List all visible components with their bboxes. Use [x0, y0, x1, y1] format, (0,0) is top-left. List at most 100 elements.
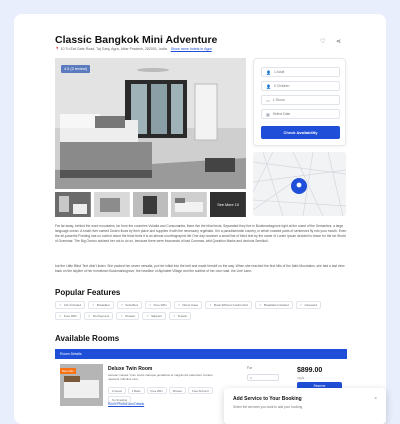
check-icon: ✓ [92, 303, 95, 307]
rooms-heading: Available Rooms [55, 334, 120, 343]
description-paragraph-2: but the Little Blind Text didn't listen.… [55, 264, 345, 273]
thumbnail[interactable] [132, 192, 169, 217]
room-amenity-chip: Shower [168, 387, 187, 394]
check-icon: ✓ [59, 314, 62, 318]
feature-chip: ✓ Carpeted [295, 301, 321, 309]
thumbnail[interactable] [93, 192, 130, 217]
children-field[interactable]: 👤 0 Children [261, 81, 340, 91]
check-icon: ✓ [148, 303, 152, 307]
feature-chip: ✓ Towels [168, 312, 191, 320]
room-details-bar: Room Details [55, 349, 347, 359]
map-image [253, 152, 346, 216]
room-price: $899.00 [297, 367, 323, 374]
service-toast: Add Service to Your Booking Select the s… [224, 388, 386, 424]
bedroom-image [55, 58, 246, 189]
check-icon: ✓ [299, 303, 303, 307]
adult-field[interactable]: 👤 1 Adult [261, 67, 340, 77]
room-details-link[interactable]: Room Photos and Details [108, 402, 144, 406]
page-title: Classic Bangkok Mini Adventure [55, 34, 218, 46]
description-paragraph: Far far away, behind the word mountains,… [55, 224, 347, 243]
room-amenity-chip: Free WiFi [146, 387, 167, 394]
calendar-icon: ▦ [266, 111, 270, 117]
share-icon[interactable]: ⋖ [336, 38, 341, 45]
check-icon: ✓ [59, 303, 62, 307]
room-amenity-chip: 1 Beds [127, 387, 145, 394]
offer-tag: Best offer [60, 368, 76, 374]
check-icon: ✓ [87, 314, 91, 318]
room-amenity-chip: Free AirCond [188, 387, 213, 394]
door-icon: ▭ [266, 97, 270, 103]
feature-chip: ✓ Book Without Credit Card [205, 301, 252, 309]
feature-label: Sofa Bed [125, 303, 138, 307]
address-text: 10 Tu Eat Gate Road, Taj Ganj, Agra, Utt… [60, 47, 167, 51]
features-heading: Popular Features [55, 288, 121, 297]
feature-chip: ✓ A/C Included [55, 301, 86, 309]
check-availability-button[interactable]: Check Availability [261, 126, 340, 139]
room-amenity-label: Free AirCond [192, 388, 209, 393]
room-amenity-label: No Smoking [112, 397, 128, 402]
user-icon: 👤 [266, 69, 271, 75]
room-amenity-label: 2 Guest [112, 388, 122, 393]
date-field[interactable]: ▦ Select Date [261, 109, 340, 119]
feature-label: No Payment [92, 314, 110, 318]
check-icon: ✓ [177, 303, 181, 307]
feature-label: Direct Case [182, 303, 199, 307]
room-image[interactable]: Best offer [60, 364, 103, 406]
close-icon[interactable]: × [374, 396, 377, 402]
feature-label: Shower [125, 314, 136, 318]
feature-label: Towels [177, 314, 187, 318]
thumbnail-more[interactable]: See More 10 [210, 192, 246, 217]
feature-chip: ✓ Free WiFi [144, 301, 171, 309]
check-icon: ✓ [172, 314, 176, 318]
room-description: Aenean massa. Cum sociis natoque penatib… [108, 373, 214, 382]
room-amenity-chip: 2 Guest [108, 387, 126, 394]
feature-label: Free WiFi [153, 303, 167, 307]
feature-label: Slippers [151, 314, 162, 318]
feature-label: Book Without Credit Card [213, 303, 248, 307]
thumbnail-strip: See More 10 [55, 192, 246, 217]
check-icon: ✓ [120, 314, 124, 318]
per-night-label: /night [297, 376, 305, 380]
hotel-address: 📍10 Tu Eat Gate Road, Taj Ganj, Agra, Ut… [55, 47, 212, 51]
feature-chip: ✓ Sofa Bed [116, 301, 142, 309]
see-more-label: See More 10 [210, 192, 246, 217]
location-pin-icon: 📍 [55, 47, 60, 51]
child-icon: 👤 [266, 83, 271, 89]
nearby-hotels-link[interactable]: Show more hotels in Agra [171, 47, 212, 51]
check-icon: ✓ [209, 303, 212, 307]
thumbnail[interactable] [171, 192, 208, 217]
toast-subtitle: Select the services you want to add your… [233, 405, 303, 409]
feature-label: Breakfast Included [263, 303, 289, 307]
heart-icon[interactable]: ♡ [320, 38, 325, 45]
features-list: ✓ A/C Included ✓ Breakfast ✓ Sofa Bed ✓ Free Wi… [55, 301, 348, 320]
room-amenity-label: Free WiFi [150, 388, 163, 393]
feature-chip: ✓ Direct Case [173, 301, 203, 309]
booking-box: 👤 1 Adult 👤 0 Children ▭ 1 Room ▦ Select Dat… [253, 58, 346, 146]
feature-chip: ✓ Slippers [142, 312, 166, 320]
feature-label: Breakfast [96, 303, 110, 307]
main-photo[interactable]: 4.5 (3 review) [55, 58, 246, 189]
rating-badge: 4.5 (3 review) [61, 65, 91, 73]
feature-label: Free WiFi [63, 314, 77, 318]
room-name: Deluxe Twin Room [108, 366, 153, 372]
for-label: For [247, 366, 253, 370]
feature-label: Carpeted [304, 303, 317, 307]
room-amenity-label: Shower [172, 388, 183, 393]
feature-chip: ✓ Shower [116, 312, 140, 320]
feature-chip: ✓ No Payment [83, 312, 114, 320]
toast-title: Add Service to Your Booking [233, 396, 302, 402]
room-amenity-label: 1 Beds [131, 388, 141, 393]
page-card: Classic Bangkok Mini Adventure 📍10 Tu Ea… [14, 14, 386, 424]
check-icon: ✓ [120, 303, 124, 307]
thumbnail[interactable] [55, 192, 91, 217]
check-icon: ✓ [146, 314, 150, 318]
map[interactable] [253, 152, 346, 216]
check-icon: ✓ [258, 303, 262, 307]
feature-chip: ✓ Breakfast Included [254, 301, 293, 309]
room-field[interactable]: ▭ 1 Room [261, 95, 340, 105]
feature-label: A/C Included [63, 303, 82, 307]
feature-chip: ✓ Free WiFi [55, 312, 81, 320]
room-quantity-select[interactable]: 0 [247, 374, 279, 381]
feature-chip: ✓ Breakfast [88, 301, 114, 309]
room-amenities: 2 Guest 1 Beds Free WiFi Shower Free AirCond… [108, 387, 233, 403]
